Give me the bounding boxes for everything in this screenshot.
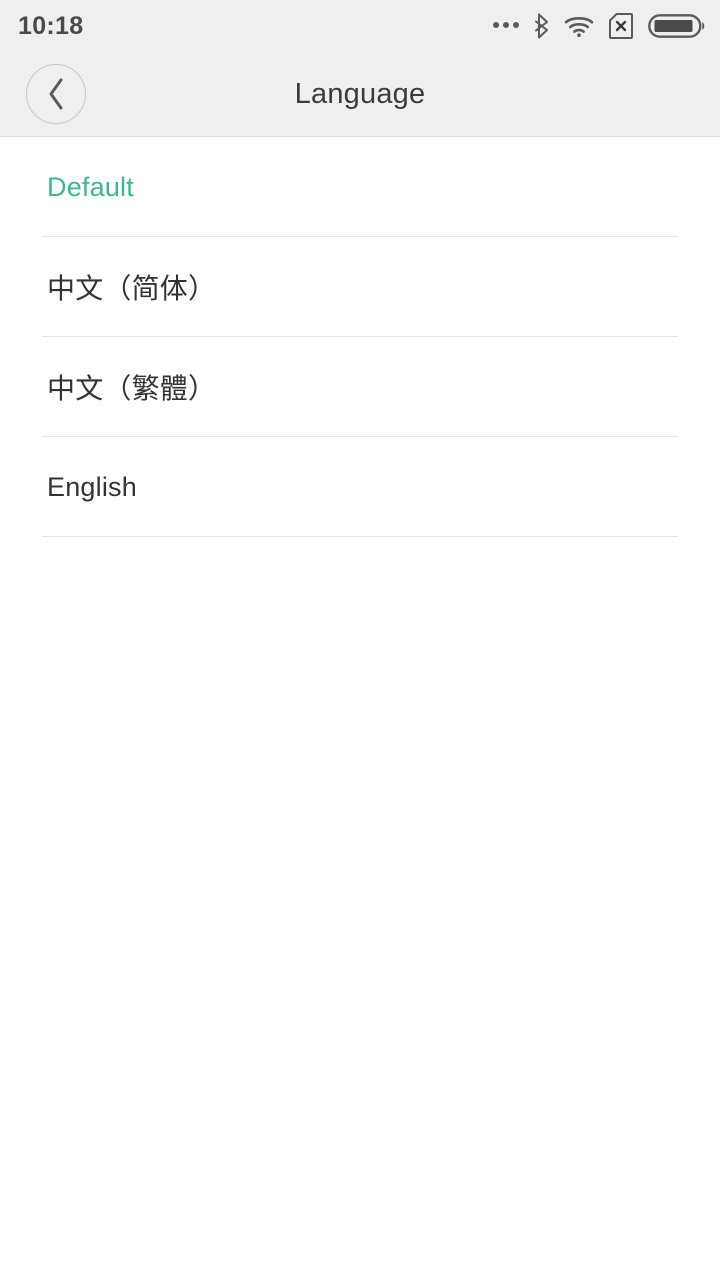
list-item-default[interactable]: Default bbox=[0, 137, 720, 237]
list-item-chinese-traditional[interactable]: 中文（繁體） bbox=[0, 337, 720, 437]
list-item-label: English bbox=[47, 471, 137, 502]
battery-icon bbox=[648, 12, 706, 40]
phone-screen: 10:18 Language Default 中文（简体） 中文（繁體） Eng… bbox=[0, 0, 720, 1280]
bluetooth-icon bbox=[533, 13, 550, 39]
status-bar: 10:18 bbox=[0, 0, 720, 52]
status-bar-clock: 10:18 bbox=[18, 11, 84, 40]
language-list: Default 中文（简体） 中文（繁體） English bbox=[0, 137, 720, 537]
list-item-label: 中文（繁體） bbox=[47, 373, 217, 404]
page-title: Language bbox=[294, 77, 426, 110]
status-bar-icons bbox=[493, 12, 706, 40]
more-dots-icon bbox=[493, 22, 519, 30]
list-item-chinese-simplified[interactable]: 中文（简体） bbox=[0, 237, 720, 337]
wifi-icon bbox=[564, 14, 594, 38]
list-item-label: 中文（简体） bbox=[47, 273, 217, 304]
no-sim-card-icon bbox=[608, 12, 634, 40]
app-bar: Language bbox=[0, 52, 720, 137]
list-item-label: Default bbox=[47, 171, 134, 202]
chevron-left-icon bbox=[45, 77, 67, 111]
list-item-english[interactable]: English bbox=[0, 437, 720, 537]
back-button[interactable] bbox=[26, 64, 86, 124]
list-divider bbox=[42, 536, 678, 537]
